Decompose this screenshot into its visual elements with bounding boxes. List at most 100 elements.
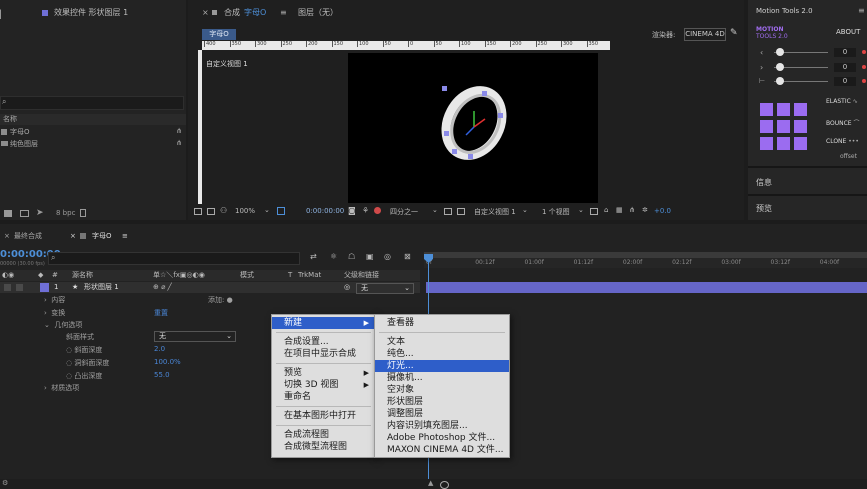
expand-icon[interactable]: ⚙ xyxy=(2,479,8,487)
timeline-search[interactable]: ⌕ xyxy=(48,252,300,265)
property-transform[interactable]: › 变换 xyxy=(44,308,65,318)
transparency-grid-icon[interactable] xyxy=(457,208,465,215)
source-name-header[interactable]: 源名称 xyxy=(72,270,93,281)
anchor-bottom-right-button[interactable] xyxy=(794,137,807,150)
submenu-item-light[interactable]: 灯光... xyxy=(375,360,509,372)
slider-knob[interactable] xyxy=(776,63,784,71)
zoom-out-icon[interactable]: ▲ xyxy=(428,479,433,487)
views-count-select[interactable]: 1 个视图 xyxy=(542,207,570,217)
search-bar[interactable]: ⌕ xyxy=(0,96,184,110)
menu-item-reveal-in-project[interactable]: 在项目中显示合成 xyxy=(272,348,375,360)
resolution-select[interactable]: 四分之一 xyxy=(390,207,418,217)
submenu-item-shape-layer[interactable]: 形状图层 xyxy=(375,396,509,408)
property-geometry[interactable]: ⌄ 几何选项 xyxy=(44,320,82,330)
stopwatch-icon[interactable]: ◌ xyxy=(66,346,72,354)
submenu-item-text[interactable]: 文本 xyxy=(375,336,509,348)
submenu-item-adjustment[interactable]: 调整图层 xyxy=(375,408,509,420)
close-icon[interactable]: × xyxy=(4,230,10,242)
comp-canvas[interactable] xyxy=(348,53,598,203)
menu-icon[interactable]: ≡ xyxy=(858,6,865,15)
always-preview-icon[interactable] xyxy=(194,208,202,215)
chevron-right-icon[interactable]: › xyxy=(760,63,763,72)
name-column-header[interactable]: 名称 xyxy=(3,114,17,125)
reset-dot[interactable] xyxy=(862,79,866,83)
preview-panel-tab[interactable]: 预览 xyxy=(756,203,772,214)
reset-dot[interactable] xyxy=(862,50,866,54)
anchor-center-button[interactable] xyxy=(777,120,790,133)
project-item[interactable]: 纯色图层 xyxy=(0,139,186,149)
anchor-right-button[interactable] xyxy=(794,120,807,133)
lock-icon[interactable] xyxy=(212,10,217,15)
submenu-item-solid[interactable]: 纯色... xyxy=(375,348,509,360)
comp-mini-flowchart-icon[interactable]: ⇄ xyxy=(310,252,317,261)
time-ruler[interactable]: 0f00:12f01:00f01:12f02:00f02:12f03:00f03… xyxy=(424,258,867,268)
draft-3d-icon[interactable]: ⚛ xyxy=(330,252,337,261)
flowchart-icon[interactable]: ⋔ xyxy=(629,206,635,214)
parent-header[interactable]: 父级和链接 xyxy=(344,270,379,281)
clone-button[interactable]: CLONE ••• xyxy=(826,138,859,145)
bounce-button[interactable]: BOUNCE ⌒ xyxy=(826,118,860,127)
letter-o-3d-object[interactable] xyxy=(348,53,598,203)
menu-item-switch-3d-view[interactable]: 切换 3D 视图 ▶ xyxy=(272,379,375,391)
toggle-pixel-aspect-icon[interactable] xyxy=(590,208,598,215)
menu-icon[interactable]: ≡ xyxy=(122,230,128,242)
anchor-top-right-button[interactable] xyxy=(794,103,807,116)
extrusion-value[interactable]: 55.0 xyxy=(154,371,170,379)
effects-tab[interactable]: 效果控件 形状图层 1 xyxy=(36,6,186,20)
trkmat-header[interactable]: TrkMat xyxy=(298,270,321,281)
chevron-left-icon[interactable]: ‹ xyxy=(760,48,763,57)
slider-knob[interactable] xyxy=(776,48,784,56)
submenu-item-photoshop-file[interactable]: Adobe Photoshop 文件... xyxy=(375,432,509,444)
submenu-item-null[interactable]: 空对象 xyxy=(375,384,509,396)
close-icon[interactable]: × xyxy=(70,230,76,242)
timeline-tab-active[interactable]: × 字母O ≡ xyxy=(66,230,136,242)
info-panel-tab[interactable]: 信息 xyxy=(756,177,772,188)
exposure-value[interactable]: +0.0 xyxy=(654,207,671,215)
graph-editor-icon[interactable]: ⊠ xyxy=(404,252,411,261)
bevel-depth-value[interactable]: 2.0 xyxy=(154,345,165,353)
renderer-select[interactable]: CINEMA 4D xyxy=(684,28,726,41)
new-folder-icon[interactable] xyxy=(20,210,29,217)
anchor-top-left-button[interactable] xyxy=(760,103,773,116)
zoom-select[interactable]: 100% xyxy=(235,207,255,215)
layer-row[interactable]: 1 ★ 形状图层 1 ⊕ ⌀ ╱ ◎ 无 ⌄ xyxy=(0,282,420,294)
show-snapshot-icon[interactable]: ⚘ xyxy=(362,206,369,215)
parent-select[interactable]: 无 ⌄ xyxy=(356,283,414,294)
anchor-bottom-button[interactable] xyxy=(777,137,790,150)
shy-layers-icon[interactable]: ☖ xyxy=(348,252,355,261)
stopwatch-icon[interactable]: ◌ xyxy=(66,372,72,380)
timeline-tab-final[interactable]: × 最终合成 xyxy=(0,230,60,242)
about-button[interactable]: ABOUT xyxy=(836,28,860,36)
frame-blending-icon[interactable]: ▣ xyxy=(366,252,374,261)
fast-preview-icon[interactable]: ⌂ xyxy=(604,206,608,214)
solo-toggle-icon[interactable] xyxy=(16,284,23,291)
flowchart-icon[interactable]: ⋔ xyxy=(176,127,182,135)
menu-item-preview[interactable]: 预览 ▶ xyxy=(272,367,375,379)
layer-tab[interactable]: 图层（无） xyxy=(298,6,358,20)
reset-link[interactable]: 重置 xyxy=(154,308,168,318)
wrench-icon[interactable]: ✎ xyxy=(730,28,738,38)
anchor-bottom-left-button[interactable] xyxy=(760,137,773,150)
slider-value[interactable]: 0 xyxy=(834,63,856,72)
roi-icon[interactable] xyxy=(444,208,452,215)
layer-name[interactable]: 形状图层 1 xyxy=(84,282,119,293)
offset-label[interactable]: offset xyxy=(840,153,857,160)
submenu-item-cinema4d-file[interactable]: MAXON CINEMA 4D 文件... xyxy=(375,444,509,456)
parent-pickwhip-icon[interactable]: ◎ xyxy=(344,282,350,293)
anchor-top-button[interactable] xyxy=(777,103,790,116)
slider-value[interactable]: 0 xyxy=(834,77,856,86)
bevel-style-select[interactable]: 无 ⌄ xyxy=(154,331,236,342)
grid-icon[interactable] xyxy=(207,208,215,215)
t-header[interactable]: T xyxy=(288,270,292,281)
trash-icon[interactable] xyxy=(80,209,86,217)
anchor-left-button[interactable] xyxy=(760,120,773,133)
stopwatch-icon[interactable]: ◌ xyxy=(66,359,72,367)
menu-item-new[interactable]: 新建 ▶ xyxy=(272,317,375,329)
interpret-footage-icon[interactable] xyxy=(4,210,12,217)
menu-icon[interactable]: ▏ xyxy=(0,10,6,19)
color-channel-icon[interactable] xyxy=(374,207,381,214)
menu-item-rename[interactable]: 重命名 xyxy=(272,391,375,403)
bpc-toggle[interactable]: 8 bpc xyxy=(56,209,75,217)
new-comp-icon[interactable]: ➤ xyxy=(36,208,44,218)
property-contents[interactable]: › 内容 xyxy=(44,295,65,305)
